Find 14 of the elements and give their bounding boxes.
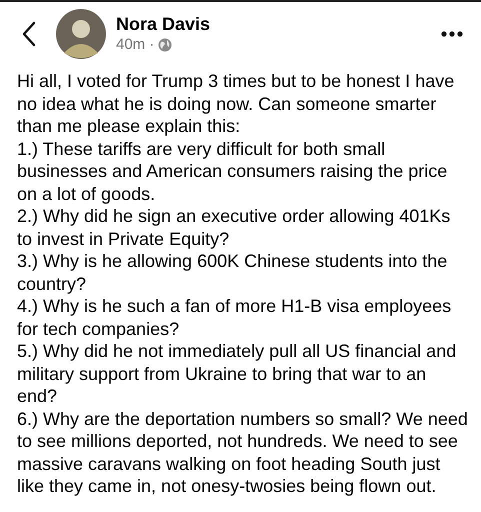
post-paragraph: 4.) Why is he such a fan of more H1-B visa employees for tech companies? bbox=[17, 295, 452, 340]
post-paragraph: Hi all, I voted for Trump 3 times but to be honest I have no idea what he is doing now. Can someone smarter than me please explain this: bbox=[17, 70, 456, 138]
post-time: 40m bbox=[116, 35, 146, 55]
post-paragraph: 5.) Why did he not immediately pull all US financial and military support from Ukraine to bring that war to an end? bbox=[17, 340, 458, 408]
post-paragraph: 1.) These tariffs are very difficult for both small businesses and American consumers raising the price on a lot of goods. bbox=[17, 138, 448, 205]
globe-icon bbox=[158, 38, 172, 52]
back-icon[interactable] bbox=[22, 21, 36, 47]
more-options-icon[interactable] bbox=[441, 31, 463, 37]
post-paragraph: 6.) Why are the deportation numbers so small? We need to see millions deported, not hundreds. We need to see massive caravans walking on foot heading South just like they came in, not onesy-twosies being flown out. bbox=[17, 408, 469, 498]
post-paragraph: 2.) Why did he sign an executive order allowing 401Ks to invest in Private Equity? bbox=[17, 205, 452, 250]
author-name[interactable]: Nora Davis bbox=[116, 13, 441, 35]
post-paragraph: 3.) Why is he allowing 600K Chinese students into the country? bbox=[17, 250, 448, 295]
avatar[interactable] bbox=[56, 9, 106, 59]
separator-dot: · bbox=[149, 35, 154, 55]
